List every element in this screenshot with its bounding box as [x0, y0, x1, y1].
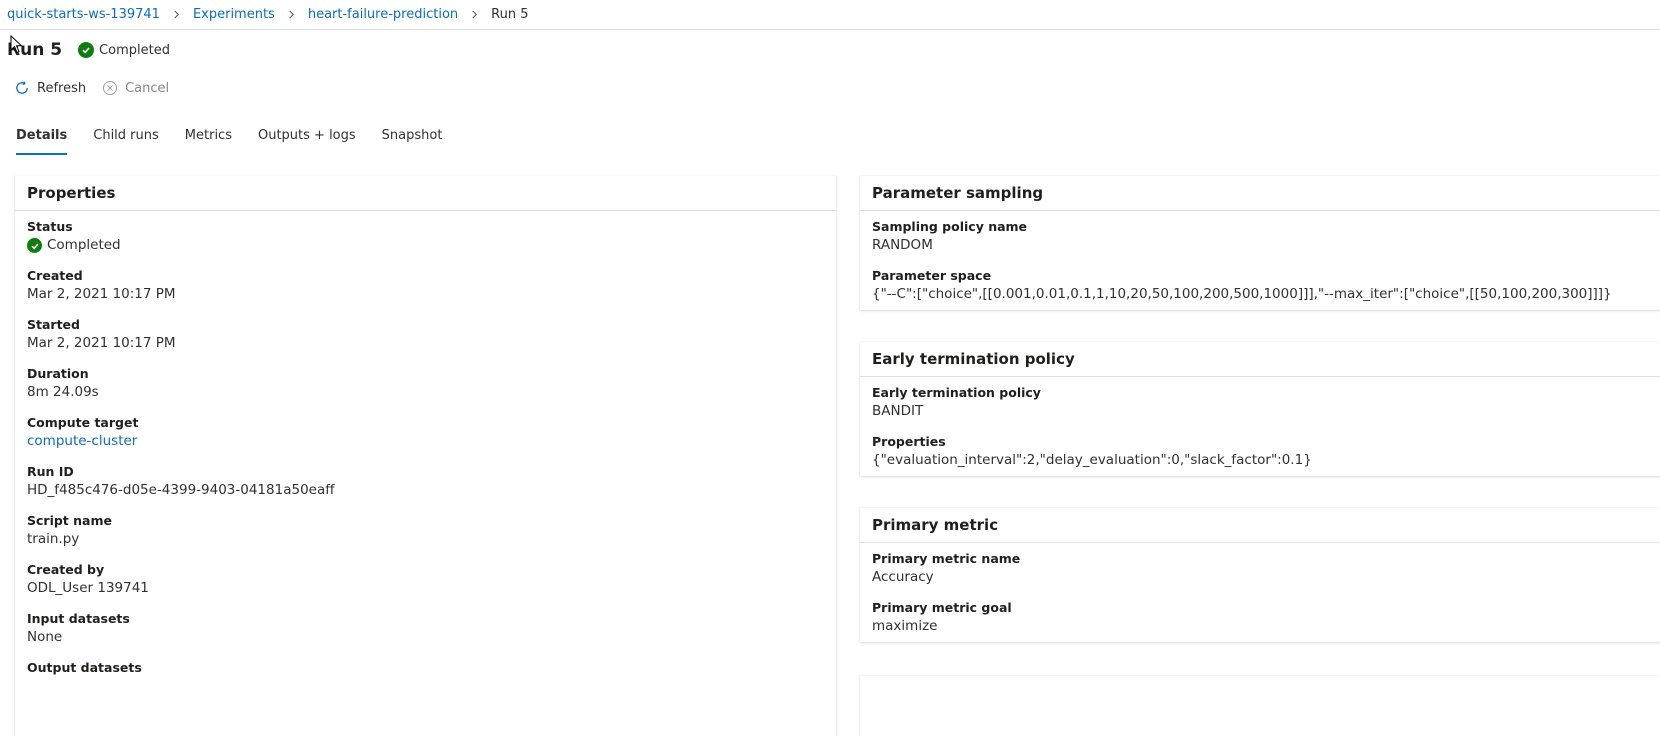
breadcrumb: quick-starts-ws-139741 Experiments heart…	[0, 0, 1660, 30]
prop-label: Started	[27, 317, 80, 332]
refresh-icon	[16, 81, 28, 94]
prop-value: {"--C":["choice",[[0.001,0.01,0.1,1,10,2…	[872, 286, 1612, 302]
cancel-label: Cancel	[125, 80, 170, 96]
prop-compute-target: Compute target compute-cluster	[27, 415, 824, 451]
prop-metric-name: Primary metric name Accuracy	[872, 551, 1660, 587]
prop-termination-policy: Early termination policy BANDIT	[872, 385, 1660, 421]
prop-value: ODL_User 139741	[27, 580, 149, 596]
tab-outputs-logs[interactable]: Outputs + logs	[258, 128, 356, 153]
title-row: Run 5 Completed	[7, 38, 170, 62]
prop-label: Primary metric goal	[872, 600, 1012, 615]
prop-label: Input datasets	[27, 611, 130, 626]
refresh-button[interactable]: Refresh	[14, 80, 86, 96]
tab-metrics[interactable]: Metrics	[185, 128, 232, 153]
cancel-icon	[103, 81, 118, 95]
prop-termination-properties: Properties {"evaluation_interval":2,"del…	[872, 434, 1660, 470]
breadcrumb-experiment-link[interactable]: heart-failure-prediction	[308, 7, 458, 22]
prop-metric-goal: Primary metric goal maximize	[872, 600, 1660, 636]
prop-label: Created	[27, 268, 83, 283]
prop-label: Sampling policy name	[872, 219, 1028, 234]
chevron-right-icon	[458, 10, 491, 19]
chevron-right-icon	[160, 10, 193, 19]
compute-target-link[interactable]: compute-cluster	[27, 432, 824, 451]
prop-started: Started Mar 2, 2021 10:17 PM	[27, 317, 824, 353]
chevron-right-icon	[275, 10, 308, 19]
prop-value: RANDOM	[872, 237, 933, 253]
status-text: Completed	[99, 42, 170, 58]
prop-value: 8m 24.09s	[27, 384, 99, 400]
prop-value: Accuracy	[872, 569, 934, 585]
breadcrumb-current: Run 5	[491, 7, 529, 22]
refresh-label: Refresh	[37, 80, 87, 96]
prop-value: train.py	[27, 531, 80, 547]
breadcrumb-experiments-link[interactable]: Experiments	[193, 7, 275, 22]
prop-value: Mar 2, 2021 10:17 PM	[27, 286, 176, 302]
prop-created-by: Created by ODL_User 139741	[27, 562, 824, 598]
primary-metric-card: Primary metric Primary metric name Accur…	[860, 508, 1660, 642]
parameter-sampling-card: Parameter sampling Sampling policy name …	[860, 176, 1660, 310]
check-circle-icon	[78, 42, 95, 58]
primary-metric-header: Primary metric	[860, 508, 1660, 543]
parameter-sampling-header: Parameter sampling	[860, 176, 1660, 211]
prop-duration: Duration 8m 24.09s	[27, 366, 824, 402]
prop-value: BANDIT	[872, 403, 924, 419]
next-card	[860, 676, 1660, 736]
tab-details[interactable]: Details	[16, 128, 68, 155]
early-termination-header: Early termination policy	[860, 342, 1660, 377]
status-value-text: Completed	[47, 237, 121, 253]
status-value: Completed	[27, 236, 824, 255]
prop-label: Duration	[27, 366, 89, 381]
prop-value: HD_f485c476-d05e-4399-9403-04181a50eaff	[27, 482, 335, 498]
early-termination-card: Early termination policy Early terminati…	[860, 342, 1660, 476]
prop-run-id: Run ID HD_f485c476-d05e-4399-9403-04181a…	[27, 464, 824, 500]
prop-label: Run ID	[27, 464, 74, 479]
properties-header: Properties	[15, 176, 836, 211]
check-circle-icon	[27, 238, 42, 253]
prop-output-datasets: Output datasets	[27, 660, 824, 675]
status-badge: Completed	[78, 42, 170, 58]
prop-label: Properties	[872, 434, 946, 449]
prop-label: Created by	[27, 562, 105, 577]
prop-value: Mar 2, 2021 10:17 PM	[27, 335, 176, 351]
cancel-button[interactable]: Cancel	[102, 80, 169, 96]
prop-value: {"evaluation_interval":2,"delay_evaluati…	[872, 452, 1312, 468]
prop-label: Output datasets	[27, 660, 142, 675]
tab-bar: Details Child runs Metrics Outputs + log…	[16, 128, 468, 160]
prop-label: Script name	[27, 513, 112, 528]
breadcrumb-workspace-link[interactable]: quick-starts-ws-139741	[7, 7, 160, 22]
prop-label: Compute target	[27, 415, 139, 430]
prop-parameter-space: Parameter space {"--C":["choice",[[0.001…	[872, 268, 1660, 304]
prop-label: Primary metric name	[872, 551, 1021, 566]
prop-value: maximize	[872, 618, 938, 634]
prop-sampling-policy: Sampling policy name RANDOM	[872, 219, 1660, 255]
properties-card: Properties Status Completed Created Mar …	[14, 176, 837, 736]
toolbar: Refresh Cancel	[14, 78, 185, 98]
prop-label: Parameter space	[872, 268, 992, 283]
prop-script-name: Script name train.py	[27, 513, 824, 549]
mouse-cursor-icon	[10, 35, 23, 54]
tab-child-runs[interactable]: Child runs	[93, 128, 159, 153]
prop-label: Early termination policy	[872, 385, 1041, 400]
prop-status: Status Completed	[27, 219, 824, 255]
prop-input-datasets: Input datasets None	[27, 611, 824, 647]
prop-label: Status	[27, 219, 73, 234]
prop-created: Created Mar 2, 2021 10:17 PM	[27, 268, 824, 304]
prop-value: None	[27, 629, 63, 645]
tab-snapshot[interactable]: Snapshot	[382, 128, 443, 153]
